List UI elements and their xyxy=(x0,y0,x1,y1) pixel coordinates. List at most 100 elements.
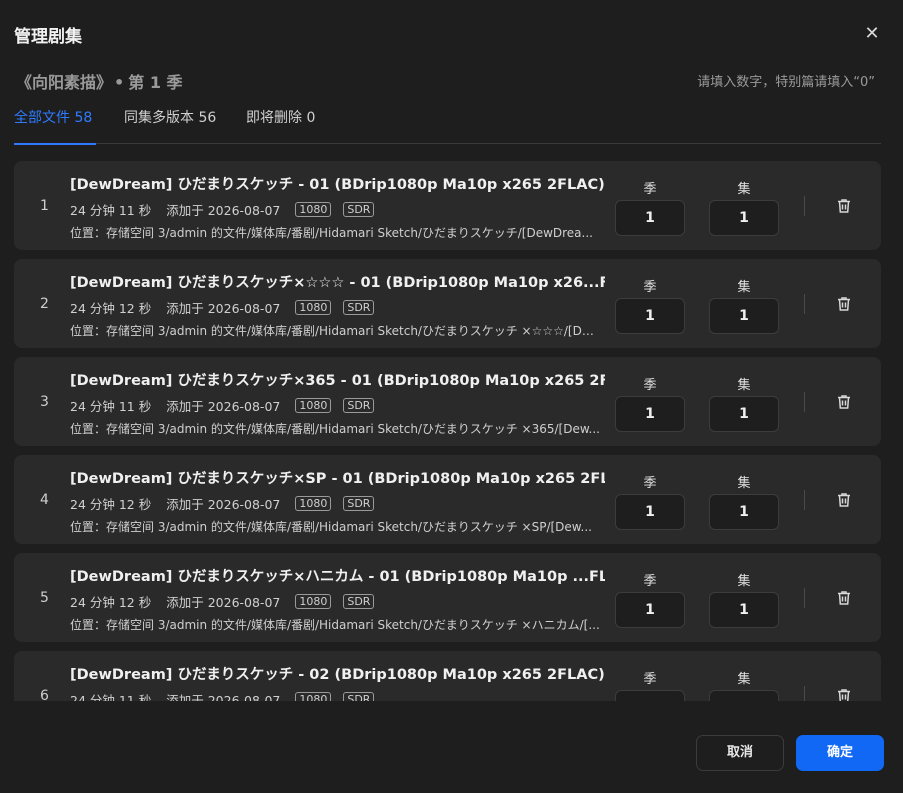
show-season-heading: 《向阳素描》 • 第 1 季 xyxy=(16,69,183,93)
episode-input[interactable] xyxy=(709,200,779,236)
episode-input[interactable] xyxy=(709,298,779,334)
quality-badge: 1080 xyxy=(295,398,332,413)
duration: 24 分钟 11 秒 xyxy=(70,399,152,414)
added-date: 添加于 2026-08-07 xyxy=(166,595,281,610)
file-row: 1 [DewDream] ひだまりスケッチ - 01 (BDrip1080p Ma… xyxy=(14,161,881,250)
file-tabs: 全部文件 58 同集多版本 56 即将删除 0 xyxy=(14,107,881,145)
season-label: 季 xyxy=(643,672,657,687)
quality-badge: SDR xyxy=(343,202,375,217)
season-input[interactable] xyxy=(615,298,685,334)
episode-label: 集 xyxy=(737,672,751,687)
quality-badge: SDR xyxy=(343,300,375,315)
tab-to-delete[interactable]: 即将删除 0 xyxy=(246,107,315,144)
file-meta: 24 分钟 12 秒添加于 2026-08-07 1080 SDR xyxy=(70,494,375,513)
season-label: 季 xyxy=(643,280,657,295)
divider xyxy=(804,686,805,701)
file-path: 位置：存储空间 3/admin 的文件/媒体库/番剧/Hidamari Sket… xyxy=(70,422,600,436)
file-row: 5 [DewDream] ひだまりスケッチ×ハニカム - 01 (BDrip108… xyxy=(14,553,881,642)
file-meta: 24 分钟 12 秒添加于 2026-08-07 1080 SDR xyxy=(70,298,375,317)
season-label: 季 xyxy=(643,574,657,589)
season-input[interactable] xyxy=(615,690,685,701)
file-name: [DewDream] ひだまりスケッチ - 01 (BDrip1080p Ma1… xyxy=(70,177,605,193)
divider xyxy=(804,588,805,608)
file-path: 位置：存储空间 3/admin 的文件/媒体库/番剧/Hidamari Sket… xyxy=(70,520,592,534)
file-meta: 24 分钟 11 秒 添加于 2026-08-07 1080 SDR xyxy=(70,690,375,701)
trash-icon[interactable] xyxy=(835,393,853,411)
quality-badge: SDR xyxy=(343,496,375,511)
added-date: 添加于 2026-08-07 xyxy=(166,399,281,414)
episode-input[interactable] xyxy=(709,592,779,628)
episode-label: 集 xyxy=(737,280,751,295)
trash-icon[interactable] xyxy=(835,589,853,607)
row-index: 1 xyxy=(40,198,49,214)
quality-badge: SDR xyxy=(343,398,375,413)
episode-input[interactable] xyxy=(709,396,779,432)
quality-badge: 1080 xyxy=(295,594,332,609)
separator-dot: • xyxy=(114,73,125,92)
close-icon[interactable]: ✕ xyxy=(861,23,883,45)
episode-label: 集 xyxy=(737,182,751,197)
row-index: 3 xyxy=(40,394,49,410)
quality-badge: 1080 xyxy=(295,202,332,217)
trash-icon[interactable] xyxy=(835,687,853,701)
file-name: [DewDream] ひだまりスケッチ - 02 (BDrip1080p Ma1… xyxy=(70,667,605,683)
quality-badge: SDR xyxy=(343,594,375,609)
tab-multi-version[interactable]: 同集多版本 56 xyxy=(124,107,216,144)
episode-input[interactable] xyxy=(709,494,779,530)
file-list[interactable]: 1 [DewDream] ひだまりスケッチ - 01 (BDrip1080p Ma… xyxy=(14,161,881,701)
duration: 24 分钟 12 秒 xyxy=(70,595,152,610)
trash-icon[interactable] xyxy=(835,197,853,215)
quality-badge: 1080 xyxy=(295,496,332,511)
file-row: 3 [DewDream] ひだまりスケッチ×365 - 01 (BDrip1080… xyxy=(14,357,881,446)
file-meta: 24 分钟 11 秒添加于 2026-08-07 1080 SDR xyxy=(70,396,375,415)
duration: 24 分钟 12 秒 xyxy=(70,301,152,316)
file-meta: 24 分钟 12 秒添加于 2026-08-07 1080 SDR xyxy=(70,592,375,611)
duration: 24 分钟 11 秒 xyxy=(70,203,152,218)
file-path: 位置：存储空间 3/admin 的文件/媒体库/番剧/Hidamari Sket… xyxy=(70,324,600,338)
season-label: 季 xyxy=(643,182,657,197)
added-date: 添加于 2026-08-07 xyxy=(166,203,281,218)
divider xyxy=(804,196,805,216)
season-title: 第 1 季 xyxy=(128,73,183,92)
file-row: 2 [DewDream] ひだまりスケッチ×☆☆☆ - 01 (BDrip1080… xyxy=(14,259,881,348)
file-row: 4 [DewDream] ひだまりスケッチ×SP - 01 (BDrip1080p… xyxy=(14,455,881,544)
season-label: 季 xyxy=(643,476,657,491)
season-input[interactable] xyxy=(615,494,685,530)
tab-all-files[interactable]: 全部文件 58 xyxy=(14,107,97,145)
quality-badge: SDR xyxy=(343,692,375,701)
file-path: 位置：存储空间 3/admin 的文件/媒体库/番剧/Hidamari Sket… xyxy=(70,618,600,632)
added-date: 添加于 2026-08-07 xyxy=(166,497,281,512)
divider xyxy=(804,294,805,314)
file-name: [DewDream] ひだまりスケッチ×SP - 01 (BDrip1080p … xyxy=(70,471,605,487)
show-title: 《向阳素描》 xyxy=(16,73,113,92)
divider xyxy=(804,392,805,412)
file-path: 位置：存储空间 3/admin 的文件/媒体库/番剧/Hidamari Sket… xyxy=(70,226,593,240)
season-input[interactable] xyxy=(615,396,685,432)
duration: 24 分钟 11 秒 xyxy=(70,693,152,701)
episode-input[interactable] xyxy=(709,690,779,701)
episode-label: 集 xyxy=(737,574,751,589)
file-name: [DewDream] ひだまりスケッチ×☆☆☆ - 01 (BDrip1080p… xyxy=(70,275,605,291)
trash-icon[interactable] xyxy=(835,295,853,313)
row-index: 4 xyxy=(40,492,49,508)
cancel-button[interactable]: 取消 xyxy=(696,735,784,771)
manage-episodes-dialog: 管理剧集 ✕ 《向阳素描》 • 第 1 季 请填入数字，特别篇请填入“0” 全部文件… xyxy=(0,0,903,793)
added-date: 添加于 2026-08-07 xyxy=(166,693,281,701)
episode-label: 集 xyxy=(737,378,751,393)
quality-badge: 1080 xyxy=(295,692,332,701)
season-input[interactable] xyxy=(615,200,685,236)
trash-icon[interactable] xyxy=(835,491,853,509)
input-hint: 请填入数字，特别篇请填入“0” xyxy=(697,75,875,90)
row-index: 2 xyxy=(40,296,49,312)
file-row: 6 [DewDream] ひだまりスケッチ - 02 (BDrip1080p Ma… xyxy=(14,651,881,701)
file-meta: 24 分钟 11 秒添加于 2026-08-07 1080 SDR xyxy=(70,200,375,219)
dialog-title: 管理剧集 xyxy=(14,27,82,47)
season-label: 季 xyxy=(643,378,657,393)
row-index: 5 xyxy=(40,590,49,606)
divider xyxy=(804,490,805,510)
file-name: [DewDream] ひだまりスケッチ×365 - 01 (BDrip1080p… xyxy=(70,373,605,389)
duration: 24 分钟 12 秒 xyxy=(70,497,152,512)
file-name: [DewDream] ひだまりスケッチ×ハニカム - 01 (BDrip1080… xyxy=(70,569,605,585)
season-input[interactable] xyxy=(615,592,685,628)
confirm-button[interactable]: 确定 xyxy=(796,735,884,771)
